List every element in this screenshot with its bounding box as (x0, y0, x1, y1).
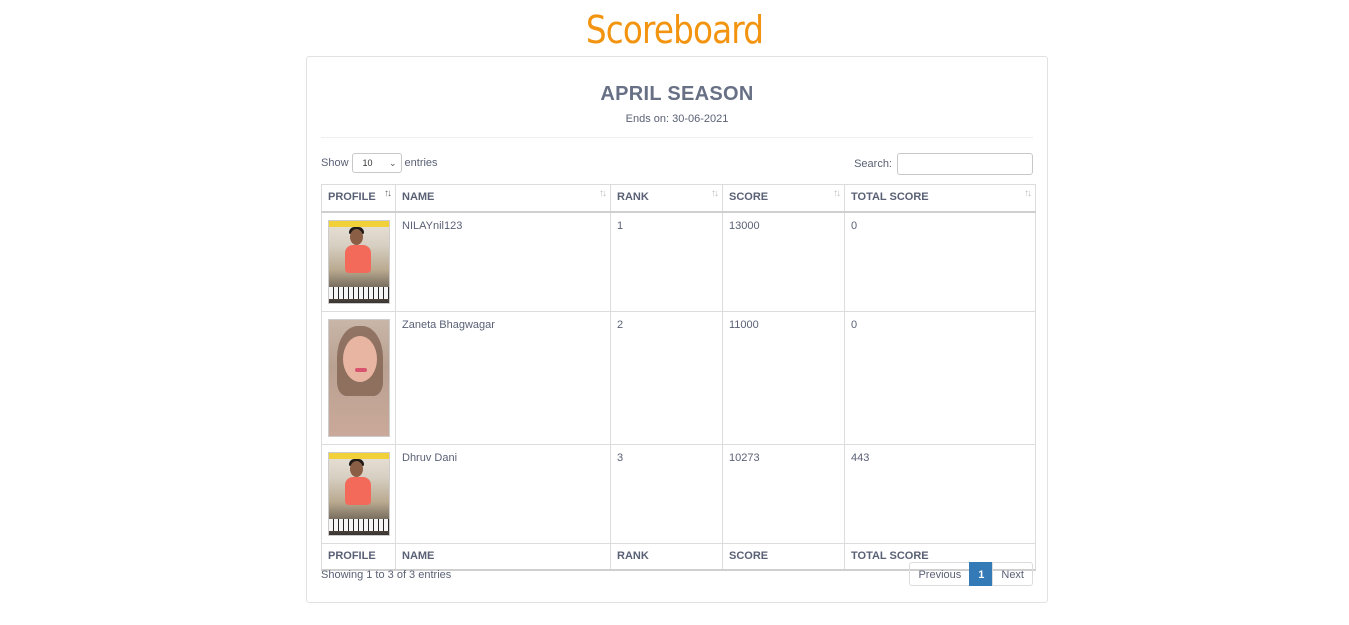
next-button[interactable]: Next (992, 562, 1033, 586)
season-title: APRIL SEASON (600, 83, 754, 105)
rank-cell: 1 (610, 211, 723, 312)
score-cell: 11000 (722, 310, 845, 445)
column-label: TOTAL SCORE (851, 191, 929, 203)
avatar (328, 451, 390, 536)
name-cell: NILAYnil123 (395, 211, 611, 312)
page-length-control: Show 10 ⌄ entries (321, 153, 438, 173)
avatar (328, 219, 390, 304)
rank-cell: 2 (610, 310, 723, 445)
profile-cell (321, 310, 396, 445)
score-cell: 10273 (722, 443, 845, 544)
name-cell: Dhruv Dani (395, 443, 611, 544)
chevron-down-icon: ⌄ (388, 158, 397, 168)
column-label: NAME (402, 191, 435, 203)
footer-score: SCORE (722, 542, 845, 571)
score-cell: 13000 (722, 211, 845, 312)
column-header-rank[interactable]: RANK ↑↓ (610, 184, 723, 213)
footer-name: NAME (395, 542, 611, 571)
sort-icon: ↑↓ (384, 188, 392, 199)
scoreboard-card: APRIL SEASON Ends on: 30-06-2021 Show 10… (306, 56, 1048, 603)
previous-button[interactable]: Previous (909, 562, 971, 586)
footer-profile: PROFILE (321, 542, 396, 571)
footer-rank: RANK (610, 542, 723, 571)
profile-cell (321, 443, 396, 544)
total-score-cell: 0 (844, 310, 1036, 445)
sort-icon: ↑↓ (599, 188, 607, 199)
page-length-select[interactable]: 10 ⌄ (351, 153, 402, 173)
total-score-cell: 443 (844, 443, 1036, 544)
sort-icon: ↑↓ (1024, 188, 1032, 199)
column-header-profile[interactable]: PROFILE ↑↓ (321, 184, 396, 213)
search-label: Search: (854, 158, 892, 170)
sort-icon: ↑↓ (833, 188, 841, 199)
table-row: NILAYnil123 1 13000 0 (321, 211, 1036, 312)
total-score-cell: 0 (844, 211, 1036, 312)
column-header-name[interactable]: NAME ↑↓ (395, 184, 611, 213)
table-info: Showing 1 to 3 of 3 entries (321, 569, 452, 581)
entries-label: entries (404, 157, 438, 169)
search-input[interactable] (897, 153, 1033, 175)
avatar (328, 318, 390, 437)
table-row: Dhruv Dani 3 10273 443 (321, 443, 1036, 544)
page-title: Scoreboard (585, 8, 764, 52)
search-control: Search: (854, 153, 1033, 175)
column-header-score[interactable]: SCORE ↑↓ (722, 184, 845, 213)
table-row: Zaneta Bhagwagar 2 11000 0 (321, 310, 1036, 445)
column-label: RANK (617, 191, 649, 203)
page-length-value: 10 (362, 158, 373, 168)
page-1-button[interactable]: 1 (969, 562, 994, 586)
column-label: SCORE (729, 191, 769, 203)
sort-icon: ↑↓ (711, 188, 719, 199)
pagination: Previous 1 Next (909, 562, 1033, 586)
column-header-total-score[interactable]: TOTAL SCORE ↑↓ (844, 184, 1036, 213)
show-label: Show (321, 157, 349, 169)
table-header-row: PROFILE ↑↓ NAME ↑↓ RANK ↑↓ SCORE ↑↓ TOTAL SC… (321, 184, 1036, 213)
name-cell: Zaneta Bhagwagar (395, 310, 611, 445)
season-end-date: Ends on: 30-06-2021 (625, 113, 729, 125)
column-label: PROFILE (328, 191, 376, 203)
rank-cell: 3 (610, 443, 723, 544)
scoreboard-table: PROFILE ↑↓ NAME ↑↓ RANK ↑↓ SCORE ↑↓ TOTAL SC… (321, 184, 1036, 571)
divider (321, 137, 1033, 138)
profile-cell (321, 211, 396, 312)
